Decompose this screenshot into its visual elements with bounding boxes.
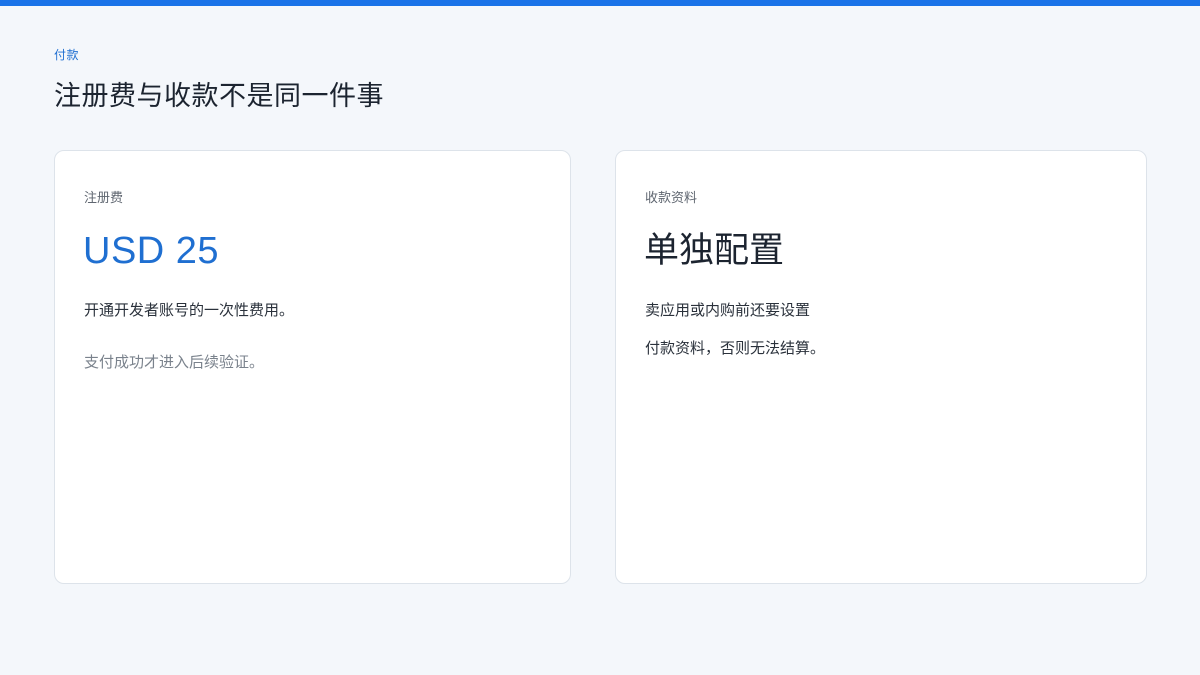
payout-profile-label: 收款资料 [645, 191, 698, 206]
registration-fee-label: 注册费 [84, 191, 124, 206]
payout-profile-value: 单独配置 [644, 231, 785, 271]
payout-profile-line-2: 付款资料，否则无法结算。 [645, 339, 826, 357]
top-accent-bar [0, 0, 1200, 6]
registration-fee-description: 开通开发者账号的一次性费用。 [84, 301, 295, 319]
registration-fee-card: 注册费 USD 25 开通开发者账号的一次性费用。 支付成功才进入后续验证。 [54, 150, 571, 584]
section-eyebrow: 付款 [54, 48, 80, 62]
registration-fee-note: 支付成功才进入后续验证。 [84, 353, 265, 371]
payout-profile-line-1: 卖应用或内购前还要设置 [645, 301, 811, 319]
page-title: 注册费与收款不是同一件事 [54, 81, 384, 112]
registration-fee-value: USD 25 [83, 230, 220, 272]
payout-profile-card: 收款资料 单独配置 卖应用或内购前还要设置 付款资料，否则无法结算。 [615, 150, 1147, 584]
